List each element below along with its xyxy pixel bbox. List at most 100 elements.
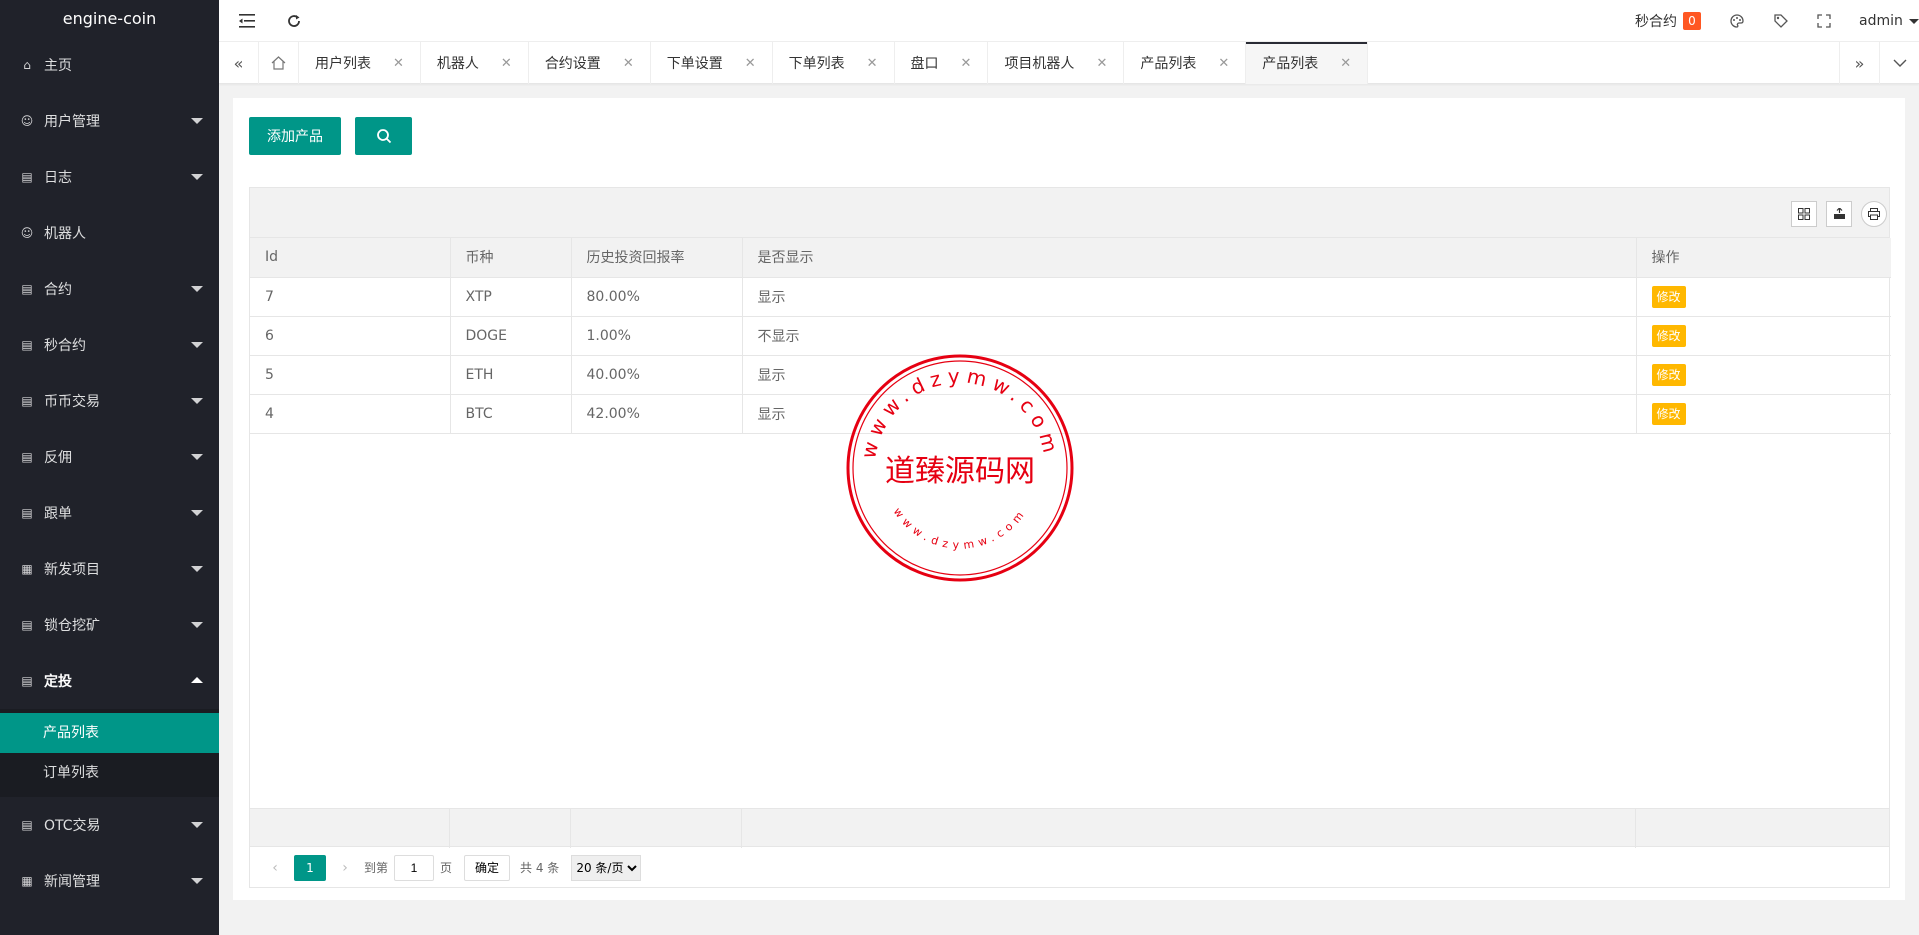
cell-id: 6 — [250, 316, 451, 356]
close-icon[interactable]: ✕ — [623, 56, 634, 71]
sidebar-item[interactable]: ▤ 秒合约 — [0, 317, 219, 373]
cell-id: 4 — [250, 394, 451, 434]
second-contract-link[interactable]: 秒合约 0 — [1621, 0, 1715, 42]
sidebar-subitem[interactable]: 产品列表 — [0, 713, 219, 753]
sidebar-item[interactable]: ▤ 反佣 — [0, 429, 219, 485]
doc-icon: ▤ — [21, 450, 33, 464]
col-header-rate[interactable]: 历史投资回报率 — [571, 238, 743, 278]
sidebar-item-label: 用户管理 — [44, 114, 100, 130]
sidebar-item[interactable]: ▦ 新发项目 — [0, 541, 219, 597]
collapse-menu-button[interactable] — [227, 0, 267, 42]
user-menu[interactable]: admin — [1845, 0, 1919, 42]
fullscreen-button[interactable] — [1803, 0, 1845, 42]
caret-down-icon — [191, 622, 203, 628]
second-contract-badge: 0 — [1683, 12, 1701, 30]
grid-icon: ▦ — [21, 562, 33, 576]
top-header: 秒合约 0 admin — [219, 0, 1919, 42]
tab[interactable]: 用户列表 ✕ — [299, 42, 421, 84]
close-icon[interactable]: ✕ — [1340, 56, 1351, 71]
doc-icon: ▤ — [21, 282, 33, 296]
cell-id: 5 — [250, 355, 451, 395]
tab[interactable]: 盘口 ✕ — [895, 42, 989, 84]
fullscreen-icon — [1817, 14, 1831, 28]
sidebar-item[interactable]: ☺ 用户管理 — [0, 93, 219, 149]
print-button[interactable] — [1861, 201, 1887, 227]
per-page-select[interactable]: 20 条/页 — [571, 854, 642, 881]
edit-button[interactable]: 修改 — [1651, 402, 1686, 425]
col-header-id[interactable]: Id — [250, 238, 451, 278]
edit-button[interactable]: 修改 — [1651, 285, 1686, 308]
tag-button[interactable] — [1759, 0, 1803, 42]
close-icon[interactable]: ✕ — [867, 56, 878, 71]
table-body: 7 XTP 80.00% 显示 修改 6 DOGE 1.00% 不显示 修改 5 ETH 40.00% 显… — [250, 277, 1891, 434]
close-icon[interactable]: ✕ — [961, 56, 972, 71]
col-header-show[interactable]: 是否显示 — [742, 238, 1637, 278]
tab[interactable]: 项目机器人 ✕ — [988, 42, 1125, 84]
col-header-coin[interactable]: 币种 — [450, 238, 572, 278]
sidebar-item[interactable]: ▤ 跟单 — [0, 485, 219, 541]
tab[interactable]: 下单列表 ✕ — [773, 42, 895, 84]
sidebar-item[interactable]: ☺ 机器人 — [0, 205, 219, 261]
tab-label: 合约设置 — [544, 56, 601, 72]
tab[interactable]: 产品列表 ✕ — [1124, 42, 1247, 84]
columns-filter-button[interactable] — [1791, 201, 1817, 227]
close-icon[interactable]: ✕ — [1096, 56, 1107, 71]
caret-down-icon — [191, 398, 203, 404]
edit-button[interactable]: 修改 — [1651, 363, 1686, 386]
close-icon[interactable]: ✕ — [1218, 56, 1229, 71]
cell-rate: 42.00% — [571, 394, 743, 434]
theme-button[interactable] — [1715, 0, 1759, 42]
doc-icon: ▤ — [21, 170, 33, 184]
page-label: 页 — [440, 861, 453, 875]
doc-icon: ▤ — [21, 674, 33, 688]
tabs-dropdown-button[interactable] — [1879, 42, 1919, 84]
tabs-scroll-right-button[interactable]: » — [1839, 42, 1879, 84]
sidebar-item[interactable]: ▤ 锁仓挖矿 — [0, 597, 219, 653]
sidebar-item[interactable]: ▤ 合约 — [0, 261, 219, 317]
tab[interactable]: 合约设置 ✕ — [529, 42, 651, 84]
col-header-action[interactable]: 操作 — [1636, 238, 1891, 278]
tab[interactable]: 机器人 ✕ — [421, 42, 529, 84]
caret-down-icon — [191, 878, 203, 884]
sidebar-item-label: 机器人 — [44, 226, 86, 242]
add-product-button[interactable]: 添加产品 — [249, 117, 341, 155]
next-page-button[interactable]: › — [332, 860, 358, 876]
goto-page-input[interactable] — [394, 854, 435, 881]
export-button[interactable] — [1826, 201, 1852, 227]
sidebar-item-label: 币币交易 — [44, 394, 100, 410]
doc-icon: ▤ — [21, 506, 33, 520]
sidebar-item[interactable]: ▤ 币币交易 — [0, 373, 219, 429]
goto-confirm-button[interactable]: 确定 — [464, 854, 511, 881]
sidebar-item[interactable]: ▦ 新闻管理 — [0, 853, 219, 909]
sidebar-item[interactable]: ▤ OTC交易 — [0, 797, 219, 853]
close-icon[interactable]: ✕ — [393, 56, 404, 71]
page-number-current[interactable]: 1 — [294, 854, 326, 881]
sidebar-item[interactable]: ▤ 定投 — [0, 653, 219, 709]
sidebar-subitem[interactable]: 订单列表 — [0, 753, 219, 793]
tab[interactable]: 产品列表 ✕ — [1246, 42, 1369, 84]
tab-home[interactable] — [259, 42, 299, 84]
tabs-scroll-left-button[interactable]: « — [219, 42, 259, 84]
cell-action: 修改 — [1636, 316, 1891, 356]
close-icon[interactable]: ✕ — [745, 56, 756, 71]
double-chevron-left-icon: « — [233, 53, 244, 73]
table-row: 4 BTC 42.00% 显示 修改 — [250, 394, 1891, 434]
footer-cell — [571, 809, 742, 848]
caret-down-icon — [191, 566, 203, 572]
sidebar-submenu: 产品列表 订单列表 — [0, 709, 219, 797]
close-icon[interactable]: ✕ — [501, 56, 512, 71]
sidebar-item[interactable]: ⌂ 主页 — [0, 37, 219, 93]
search-button[interactable] — [355, 117, 412, 155]
table-row: 6 DOGE 1.00% 不显示 修改 — [250, 316, 1891, 356]
sidebar-item[interactable]: ▤ 日志 — [0, 149, 219, 205]
caret-down-icon — [191, 174, 203, 180]
menu-collapse-icon — [239, 14, 255, 28]
footer-cell — [742, 809, 1636, 848]
refresh-button[interactable] — [274, 0, 314, 42]
edit-button[interactable]: 修改 — [1651, 324, 1686, 347]
app-logo: engine-coin — [62, 9, 157, 28]
tab[interactable]: 下单设置 ✕ — [651, 42, 773, 84]
sidebar: engine-coin ⌂ 主页 ☺ 用户管理 ▤ 日志 ☺ 机器人 ▤ 合约 ▤ 秒合约 ▤ 币币交易 ▤… — [0, 0, 219, 935]
prev-page-button[interactable]: ‹ — [262, 860, 288, 876]
tab-label: 下单设置 — [666, 56, 723, 72]
